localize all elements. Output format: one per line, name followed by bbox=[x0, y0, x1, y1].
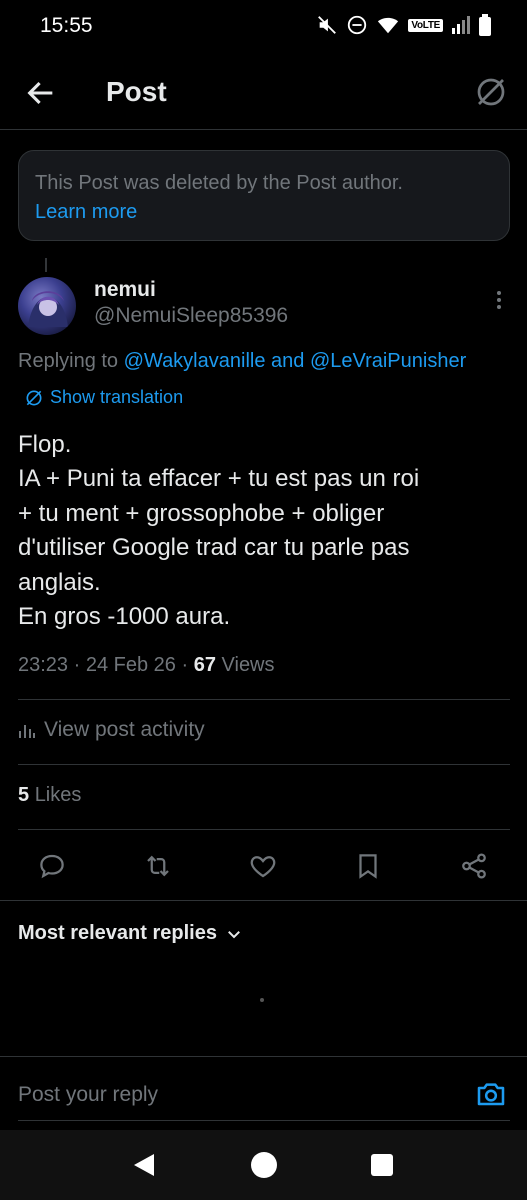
divider bbox=[0, 900, 527, 901]
likes-count: 5 bbox=[18, 784, 30, 806]
post-text: Flop. IA + Puni ta effacer + tu est pas … bbox=[18, 428, 508, 634]
mute-icon bbox=[318, 16, 337, 34]
mention-link-2[interactable]: @LeVraiPunisher bbox=[310, 350, 466, 372]
show-translation-label: Show translation bbox=[50, 387, 184, 407]
likes-count-button[interactable]: 5 Likes bbox=[18, 784, 81, 807]
loading-indicator bbox=[260, 998, 264, 1002]
share-button[interactable] bbox=[454, 846, 494, 886]
post-metadata: 23:23 · 24 Feb 26 · 67 Views bbox=[18, 654, 275, 677]
mention-link-1[interactable]: @Wakylavanille bbox=[124, 350, 266, 372]
author-name[interactable]: nemui bbox=[94, 278, 156, 302]
like-button[interactable] bbox=[243, 846, 283, 886]
meta-separator: · bbox=[175, 654, 194, 676]
nav-back-icon[interactable] bbox=[130, 1152, 156, 1178]
avatar[interactable] bbox=[18, 277, 76, 335]
views-count: 67 bbox=[193, 654, 216, 676]
post-time: 23:23 bbox=[18, 654, 69, 676]
post-actions bbox=[0, 846, 527, 886]
post-date: 24 Feb 26 bbox=[85, 654, 176, 676]
status-time: 15:55 bbox=[40, 14, 93, 37]
post-text-line: d'utiliser Google trad car tu parle pas bbox=[18, 534, 410, 562]
translate-slash-icon bbox=[477, 78, 505, 106]
likes-label: Likes bbox=[34, 784, 82, 806]
views-label: Views bbox=[221, 654, 275, 676]
translate-slash-icon bbox=[26, 390, 42, 405]
divider bbox=[0, 1056, 527, 1057]
view-activity-label: View post activity bbox=[44, 718, 205, 741]
reply-button[interactable] bbox=[32, 846, 72, 886]
system-navigation-bar bbox=[0, 1130, 527, 1200]
bookmark-icon bbox=[359, 854, 377, 879]
post-text-line: + tu ment + grossophobe + obliger bbox=[18, 499, 385, 527]
camera-button[interactable] bbox=[475, 1078, 507, 1110]
signal-icon bbox=[452, 16, 470, 34]
header-bar: Post bbox=[0, 58, 527, 130]
repost-button[interactable] bbox=[138, 846, 178, 886]
battery-icon bbox=[479, 14, 491, 36]
learn-more-link[interactable]: Learn more bbox=[35, 197, 493, 227]
post-text-line: En gros -1000 aura. bbox=[18, 603, 231, 631]
wifi-icon bbox=[378, 17, 399, 34]
sort-replies-dropdown[interactable]: Most relevant replies bbox=[18, 922, 243, 945]
post-text-line: anglais. bbox=[18, 568, 101, 596]
reply-input[interactable] bbox=[18, 1080, 458, 1110]
repost-icon bbox=[147, 855, 169, 877]
arrow-left-icon bbox=[27, 81, 53, 105]
camera-icon bbox=[477, 1083, 505, 1106]
replying-and[interactable]: and bbox=[265, 350, 309, 372]
like-icon bbox=[250, 856, 276, 878]
back-button[interactable] bbox=[24, 76, 58, 110]
post-text-line: IA + Puni ta effacer + tu est pas un roi bbox=[18, 465, 420, 493]
volte-badge: VoLTE bbox=[408, 18, 443, 32]
divider bbox=[18, 764, 510, 765]
meta-separator: · bbox=[68, 654, 86, 676]
deleted-notice-text: This Post was deleted by the Post author… bbox=[35, 172, 403, 194]
divider bbox=[18, 829, 510, 830]
reply-icon bbox=[40, 854, 64, 879]
post-text-line: Flop. bbox=[18, 431, 72, 458]
show-translation-button[interactable]: Show translation bbox=[24, 387, 183, 408]
bookmark-button[interactable] bbox=[348, 846, 388, 886]
thread-connector bbox=[45, 258, 47, 272]
avatar-image bbox=[28, 291, 68, 327]
page-title: Post bbox=[106, 76, 167, 107]
translate-button[interactable] bbox=[473, 74, 509, 110]
view-post-activity-button[interactable]: View post activity bbox=[18, 718, 205, 742]
divider bbox=[18, 699, 510, 700]
status-icons: VoLTE bbox=[316, 14, 491, 36]
replying-prefix: Replying to bbox=[18, 350, 124, 372]
deleted-post-notice: This Post was deleted by the Post author… bbox=[18, 150, 510, 241]
author-handle[interactable]: @NemuiSleep85396 bbox=[94, 304, 288, 328]
replying-to: Replying to @Wakylavanille and @LeVraiPu… bbox=[18, 350, 466, 373]
nav-home-button[interactable] bbox=[251, 1152, 277, 1178]
analytics-icon bbox=[19, 725, 35, 738]
nav-recents-button[interactable] bbox=[371, 1154, 393, 1176]
chevron-down-icon bbox=[228, 930, 240, 938]
reply-input-underline bbox=[18, 1120, 510, 1121]
dnd-icon bbox=[348, 15, 367, 35]
more-vertical-icon bbox=[497, 291, 501, 309]
status-bar: 15:55 VoLTE bbox=[0, 0, 527, 52]
sort-replies-label: Most relevant replies bbox=[18, 922, 217, 944]
share-icon bbox=[462, 853, 486, 879]
more-options-button[interactable] bbox=[491, 288, 507, 312]
